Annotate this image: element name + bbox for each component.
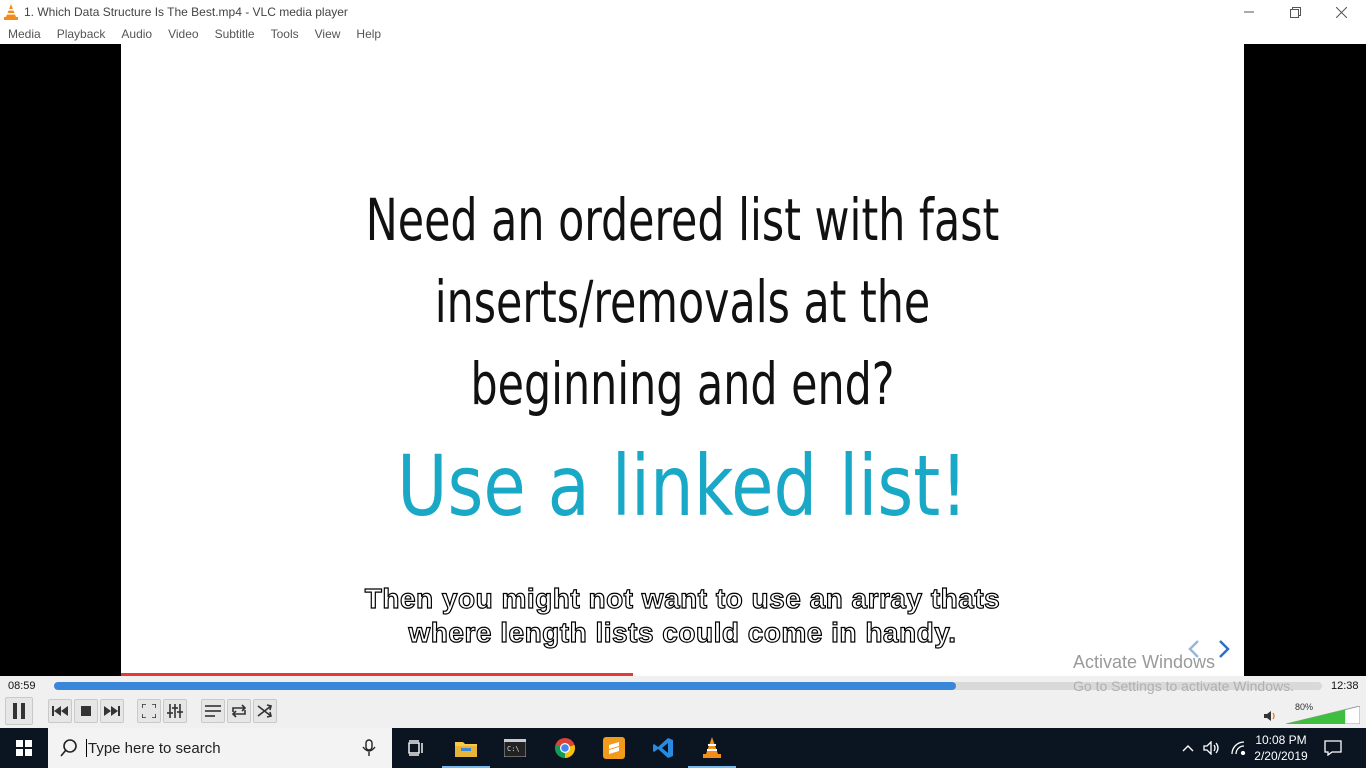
restore-icon: [1289, 6, 1301, 18]
file-explorer-button[interactable]: [442, 728, 490, 768]
menu-subtitle[interactable]: Subtitle: [215, 24, 255, 44]
title-bar: 1. Which Data Structure Is The Best.mp4 …: [0, 0, 1366, 24]
subtitle-line: Then you might not want to use an array …: [364, 582, 1001, 614]
minimize-icon: [1244, 11, 1254, 13]
fullscreen-icon: [142, 704, 156, 718]
playlist-icon: [205, 705, 221, 717]
search-icon: [60, 739, 77, 757]
menu-help[interactable]: Help: [356, 24, 381, 44]
taskbar-search-box[interactable]: Type here to search: [48, 728, 392, 768]
vscode-icon: [653, 738, 673, 758]
network-tray-button[interactable]: [1226, 728, 1250, 768]
next-button[interactable]: [100, 699, 124, 723]
clock-time: 10:08 PM: [1255, 733, 1307, 747]
stop-icon: [81, 706, 91, 716]
minimize-button[interactable]: [1226, 0, 1272, 24]
extended-settings-button[interactable]: [163, 699, 187, 723]
chrome-button[interactable]: [541, 728, 589, 768]
slide-question-line: beginning and end?: [470, 350, 895, 418]
equalizer-icon: [167, 704, 183, 718]
volume-icon: [1203, 741, 1219, 755]
speaker-icon[interactable]: [1264, 710, 1276, 722]
loop-button[interactable]: [227, 699, 251, 723]
subtitle-line: where length lists could come in handy.: [408, 616, 957, 648]
task-view-icon: [408, 740, 423, 756]
chevron-up-icon: [1182, 745, 1194, 752]
seek-slider-fill: [54, 682, 956, 690]
vlc-taskbar-button[interactable]: [688, 728, 736, 768]
vscode-button[interactable]: [639, 728, 687, 768]
search-placeholder: Type here to search: [88, 740, 221, 757]
volume-tray-button[interactable]: [1200, 728, 1224, 768]
menu-bar: Media Playback Audio Video Subtitle Tool…: [0, 24, 1366, 44]
pause-button[interactable]: [5, 697, 33, 725]
seek-row: 08:59 Go to Settings to activate Windows…: [0, 676, 1366, 696]
terminal-button[interactable]: C:\: [491, 728, 539, 768]
restore-button[interactable]: [1272, 0, 1318, 24]
slide-answer: Use a linked list!: [397, 437, 968, 535]
fullscreen-button[interactable]: [137, 699, 161, 723]
controls-bar: 80%: [0, 696, 1366, 728]
action-center-button[interactable]: [1318, 728, 1348, 768]
folder-icon: [455, 742, 477, 757]
skip-back-icon: [52, 706, 68, 716]
vlc-cone-icon: [4, 4, 18, 20]
show-hidden-icons-button[interactable]: [1178, 728, 1198, 768]
total-time[interactable]: 12:38: [1331, 680, 1359, 692]
menu-video[interactable]: Video: [168, 24, 198, 44]
video-area[interactable]: Need an ordered list with fast inserts/r…: [0, 44, 1366, 676]
pause-icon: [13, 703, 25, 719]
playlist-button[interactable]: [201, 699, 225, 723]
window-title: 1. Which Data Structure Is The Best.mp4 …: [24, 5, 348, 19]
taskbar: Type here to search C:\ 10:08 PM 2/20/20…: [0, 728, 1366, 768]
menu-tools[interactable]: Tools: [271, 24, 299, 44]
menu-media[interactable]: Media: [8, 24, 41, 44]
microphone-icon[interactable]: [362, 739, 376, 757]
elapsed-time: 08:59: [8, 680, 36, 692]
slide-question: Need an ordered list with fast inserts/r…: [222, 179, 1143, 425]
taskbar-clock[interactable]: 10:08 PM 2/20/2019: [1248, 732, 1314, 764]
vlc-cone-icon: [703, 737, 721, 758]
subtitle-text: Then you might not want to use an array …: [121, 582, 1244, 650]
windows-logo-icon: [16, 740, 32, 756]
start-button[interactable]: [0, 728, 48, 768]
svg-text:C:\: C:\: [507, 745, 520, 753]
menu-audio[interactable]: Audio: [121, 24, 152, 44]
text-caret: [86, 739, 87, 757]
slide-question-line: inserts/removals at the: [434, 268, 931, 336]
clock-date: 2/20/2019: [1254, 749, 1308, 763]
close-button[interactable]: [1318, 0, 1364, 24]
loop-icon: [231, 704, 247, 718]
activation-watermark-title: Activate Windows: [1073, 652, 1216, 672]
menu-playback[interactable]: Playback: [57, 24, 106, 44]
terminal-icon: C:\: [504, 739, 526, 757]
shuffle-icon: [257, 704, 272, 718]
menu-view[interactable]: View: [315, 24, 341, 44]
stop-button[interactable]: [74, 699, 98, 723]
wifi-icon: [1231, 741, 1246, 755]
sublime-text-icon: [603, 737, 625, 759]
sublime-text-button[interactable]: [590, 728, 638, 768]
previous-button[interactable]: [48, 699, 72, 723]
skip-forward-icon: [104, 706, 120, 716]
volume-slider[interactable]: [1286, 706, 1360, 724]
slide-question-line: Need an ordered list with fast: [365, 186, 1000, 254]
task-view-button[interactable]: [392, 728, 440, 768]
chrome-icon: [555, 738, 575, 758]
notification-icon: [1324, 740, 1342, 756]
activation-watermark-subtitle: Go to Settings to activate Windows.: [1073, 678, 1294, 694]
shuffle-button[interactable]: [253, 699, 277, 723]
close-icon: [1335, 6, 1347, 18]
